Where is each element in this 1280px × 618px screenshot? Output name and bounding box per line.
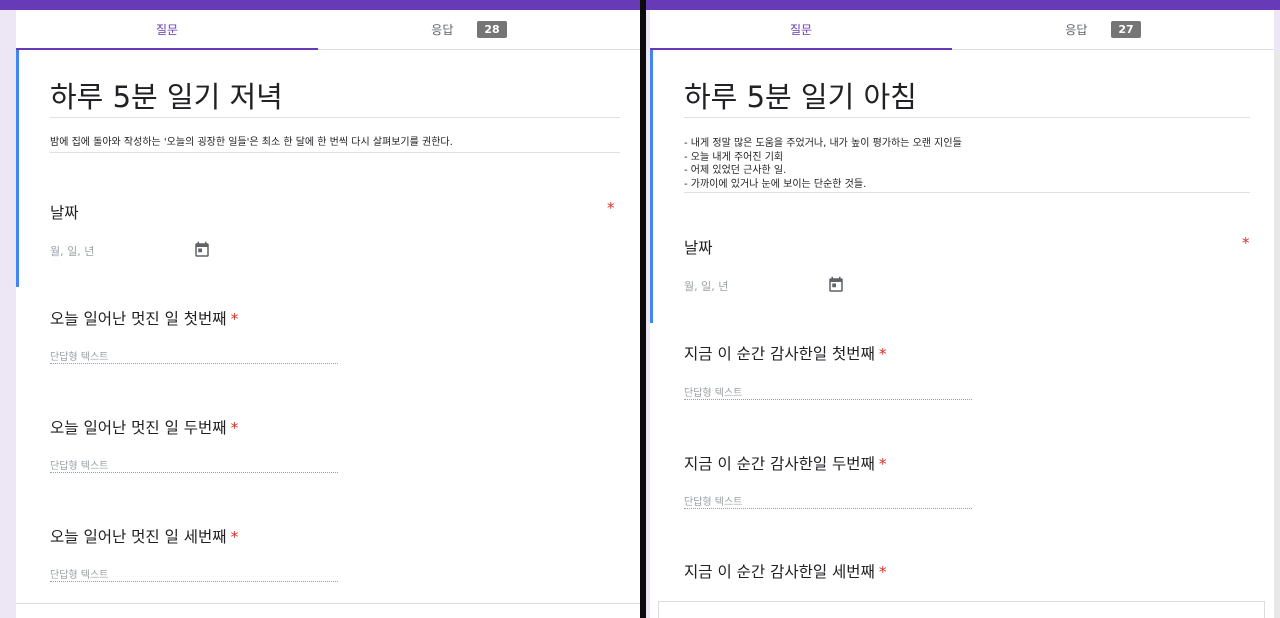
tab-responses[interactable]: 응답 28: [318, 10, 620, 49]
tab-questions[interactable]: 질문: [16, 10, 318, 50]
question-text-2: 지금 이 순간 감사한일 두번째: [684, 455, 875, 473]
right-form-editor: 질문 응답 27 하루 5분 일기 아침 - 내게 정말 많은 도움을 주었거나,…: [646, 0, 1280, 618]
question-text-3: 오늘 일어난 멋진 일 세번째: [50, 528, 227, 546]
short-answer-underline-1: [684, 399, 972, 400]
tab-responses-label: 응답: [431, 23, 454, 37]
question-text-1: 오늘 일어난 멋진 일 첫번째: [50, 310, 227, 328]
date-input[interactable]: 월, 일, 년: [684, 278, 728, 294]
question-label-3[interactable]: 오늘 일어난 멋진 일 세번째 *: [50, 525, 238, 547]
tab-bar: 질문 응답 27: [650, 10, 1274, 50]
form-description[interactable]: 밤에 집에 돌아와 작성하는 '오늘의 굉장한 일들'은 최소 한 달에 한 번…: [50, 136, 453, 150]
tab-questions[interactable]: 질문: [650, 10, 952, 50]
tab-questions-label: 질문: [155, 23, 179, 37]
required-asterisk: *: [230, 528, 239, 546]
short-answer-underline-1: [50, 363, 338, 364]
form-description[interactable]: - 내게 정말 많은 도움을 주었거나, 내가 높이 평가하는 오랜 지인들 -…: [684, 137, 962, 191]
calendar-icon[interactable]: [193, 241, 211, 259]
short-answer-placeholder-1[interactable]: 단답형 텍스트: [50, 348, 108, 363]
short-answer-underline-3: [50, 581, 338, 582]
required-asterisk: *: [230, 310, 239, 328]
question-label-1[interactable]: 오늘 일어난 멋진 일 첫번째 *: [50, 307, 238, 329]
form-title[interactable]: 하루 5분 일기 저녁: [50, 74, 283, 116]
question-label-1[interactable]: 지금 이 순간 감사한일 첫번째 *: [684, 342, 887, 364]
date-question-label[interactable]: 날짜: [684, 236, 713, 258]
required-asterisk: *: [230, 419, 239, 437]
tab-questions-label: 질문: [789, 23, 813, 37]
description-line: - 가까이에 있거나 눈에 보이는 단순한 것들.: [684, 178, 867, 190]
description-line: - 어제 있었던 근사한 일.: [684, 165, 787, 176]
date-label-text: 날짜: [684, 239, 713, 257]
tab-responses-label: 응답: [1065, 23, 1088, 37]
short-answer-placeholder-2[interactable]: 단답형 텍스트: [50, 457, 108, 472]
form-content: 하루 5분 일기 아침 - 내게 정말 많은 도움을 주었거나, 내가 높이 평…: [650, 50, 1274, 618]
description-line: - 오늘 내게 주어진 기회: [684, 151, 784, 163]
required-asterisk: *: [878, 345, 887, 363]
date-label-text: 날짜: [50, 204, 79, 222]
page-background: [0, 50, 16, 618]
required-asterisk: *: [1242, 234, 1250, 252]
required-asterisk: *: [878, 563, 887, 581]
title-underline: [50, 117, 620, 118]
focus-accent-bar: [650, 50, 653, 323]
header-bar: [646, 0, 1280, 10]
question-label-2[interactable]: 오늘 일어난 멋진 일 두번째 *: [50, 416, 238, 438]
description-underline: [50, 152, 620, 153]
focus-accent-bar: [16, 50, 19, 287]
form-content: 하루 5분 일기 저녁 밤에 집에 돌아와 작성하는 '오늘의 굉장한 일들'은…: [16, 50, 640, 618]
question-text-3: 지금 이 순간 감사한일 세번째: [684, 563, 875, 581]
next-question-card[interactable]: [658, 601, 1265, 618]
response-count-badge: 28: [477, 21, 507, 38]
title-underline: [684, 117, 1250, 118]
short-answer-underline-2: [684, 508, 972, 509]
required-asterisk: *: [878, 455, 887, 473]
form-title[interactable]: 하루 5분 일기 아침: [684, 74, 917, 116]
tab-responses[interactable]: 응답 27: [952, 10, 1254, 49]
short-answer-placeholder-1[interactable]: 단답형 텍스트: [684, 384, 742, 399]
date-question-label[interactable]: 날짜: [50, 201, 79, 223]
question-text-2: 오늘 일어난 멋진 일 두번째: [50, 419, 227, 437]
short-answer-underline-2: [50, 472, 338, 473]
short-answer-placeholder-2[interactable]: 단답형 텍스트: [684, 493, 742, 508]
question-text-1: 지금 이 순간 감사한일 첫번째: [684, 345, 875, 363]
card-bottom-border: [16, 603, 640, 604]
tab-bar: 질문 응답 28: [16, 10, 640, 50]
short-answer-placeholder-3[interactable]: 단답형 텍스트: [50, 566, 108, 581]
response-count-badge: 27: [1111, 21, 1141, 38]
left-form-editor: 질문 응답 28 하루 5분 일기 저녁 밤에 집에 돌아와 작성하는 '오늘의 …: [0, 0, 640, 618]
date-input[interactable]: 월, 일, 년: [50, 243, 94, 259]
header-bar: [0, 0, 640, 10]
required-asterisk: *: [607, 199, 615, 217]
description-line: - 내게 정말 많은 도움을 주었거나, 내가 높이 평가하는 오랜 지인들: [684, 138, 962, 149]
scrollbar[interactable]: [1274, 50, 1280, 618]
question-label-2[interactable]: 지금 이 순간 감사한일 두번째 *: [684, 452, 887, 474]
question-label-3[interactable]: 지금 이 순간 감사한일 세번째 *: [684, 560, 887, 582]
description-underline: [684, 192, 1250, 193]
calendar-icon[interactable]: [827, 276, 845, 294]
